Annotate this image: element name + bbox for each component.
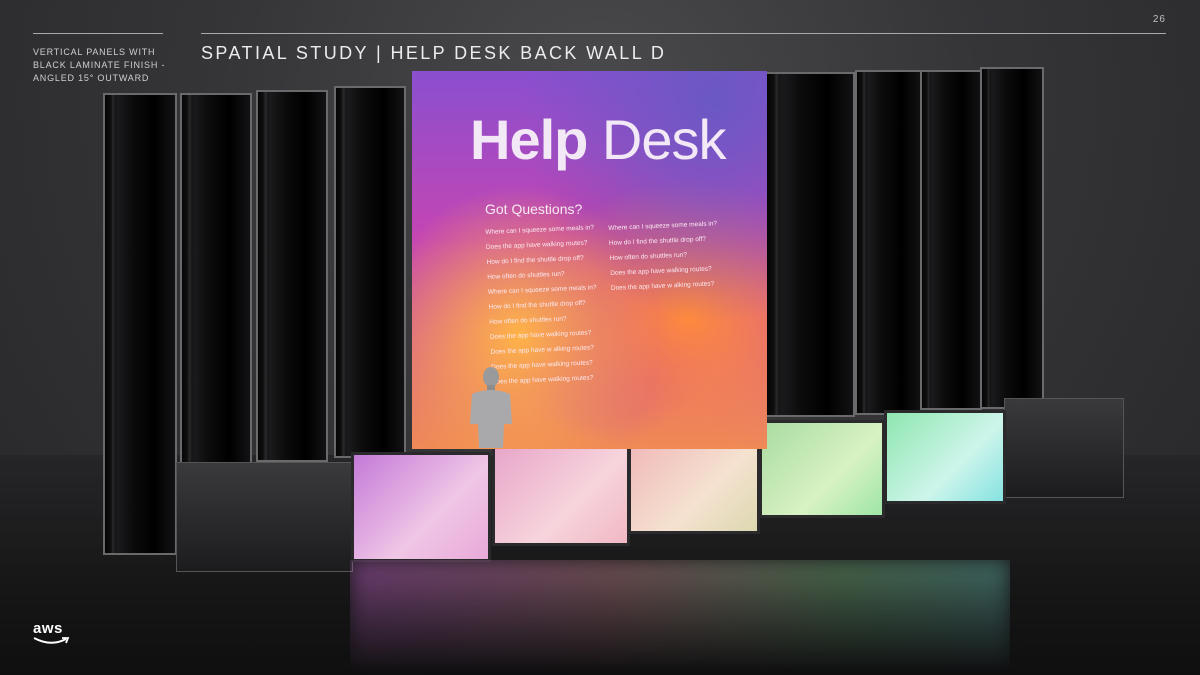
vertical-panel xyxy=(920,70,982,410)
floor-reflection xyxy=(350,560,1010,675)
vertical-panel xyxy=(334,86,406,458)
vertical-panel xyxy=(180,93,252,466)
page-number: 26 xyxy=(1152,14,1166,25)
header-rule-right xyxy=(201,33,1166,34)
aws-logo-text: aws xyxy=(33,620,63,637)
light-box xyxy=(884,410,1006,504)
question-list-right: Where can I squeeze some meals in? How d… xyxy=(608,216,720,296)
aws-smile-icon xyxy=(33,637,70,644)
scale-figure xyxy=(470,367,512,448)
screen-title-regular: Desk xyxy=(601,108,727,171)
page-title: SPATIAL STUDY | HELP DESK BACK WALL D xyxy=(201,43,667,63)
base-cabinet xyxy=(176,462,353,572)
base-cabinet xyxy=(1004,398,1124,498)
light-box xyxy=(351,452,491,562)
side-note: VERTICAL PANELS WITH BLACK LAMINATE FINI… xyxy=(33,47,166,83)
screen-title: Help Desk xyxy=(470,107,727,172)
vertical-panel xyxy=(103,93,177,555)
screen-title-bold: Help xyxy=(470,108,588,171)
help-desk-screen: Help Desk Got Questions? Where can I squ… xyxy=(412,71,767,449)
vertical-panel xyxy=(980,67,1044,409)
aws-logo: aws xyxy=(33,620,73,646)
vertical-panel xyxy=(765,72,855,417)
screen-subtitle: Got Questions? xyxy=(485,201,583,217)
vertical-panel xyxy=(855,70,923,415)
light-box xyxy=(759,420,885,518)
light-box xyxy=(492,440,630,546)
vertical-panel xyxy=(256,90,328,462)
header-rule-left xyxy=(33,33,163,34)
